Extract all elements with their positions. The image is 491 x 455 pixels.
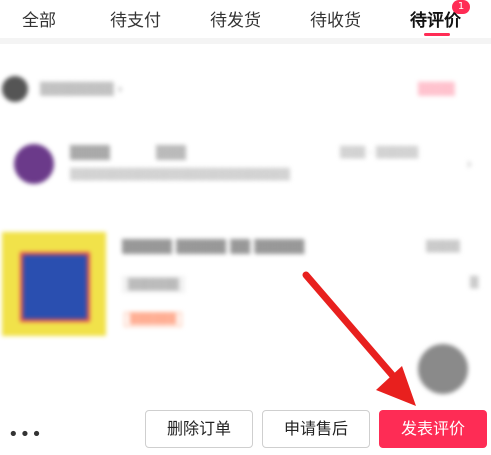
order-status-tabs: 全部 待支付 待发货 待收货 待评价 1 bbox=[0, 0, 491, 38]
product-qty-placeholder: ▒ bbox=[470, 276, 479, 289]
chevron-right-icon: › bbox=[466, 154, 473, 173]
order-time-placeholder: ▒▒▒▒▒▒▒▒▒▒▒▒▒▒▒▒▒▒▒▒▒▒▒▒▒▒ bbox=[70, 168, 290, 181]
product-price-placeholder: ▒▒▒▒ bbox=[426, 240, 460, 253]
product-thumbnail[interactable] bbox=[2, 232, 106, 336]
seller-avatar bbox=[14, 144, 54, 184]
floating-button[interactable] bbox=[418, 344, 468, 394]
product-title-placeholder: ▒▒▒▒▒ ▒▒▒▒▒ ▒▒ ▒▒▒▒▒ bbox=[122, 240, 305, 255]
product-thumbnail-art bbox=[20, 252, 90, 322]
after-sale-button[interactable]: 申请售后 bbox=[262, 410, 370, 448]
order-summary: ▒▒▒▒ ▒▒▒ ▒▒▒ · ▒▒▒▒▒ ▒▒▒▒▒▒▒▒▒▒▒▒▒▒▒▒▒▒▒… bbox=[0, 136, 491, 196]
tab-pending-payment[interactable]: 待支付 bbox=[110, 6, 161, 31]
more-dots-icon[interactable]: ••• bbox=[8, 424, 43, 445]
shop-avatar bbox=[2, 76, 28, 102]
review-count-badge: 1 bbox=[452, 0, 470, 14]
delete-order-button[interactable]: 删除订单 bbox=[145, 410, 253, 448]
order-card[interactable]: ▒▒▒▒▒▒▒▒ › ▒▒▒▒ ▒▒▒▒ ▒▒▒ ▒▒▒ · ▒▒▒▒▒ ▒▒▒… bbox=[0, 44, 491, 455]
product-spec-placeholder: ▒▒▒▒▒▒ bbox=[122, 276, 185, 293]
shop-name-placeholder: ▒▒▒▒▒▒▒▒ › bbox=[40, 82, 123, 96]
tab-pending-receipt[interactable]: 待收货 bbox=[310, 6, 361, 31]
tab-all[interactable]: 全部 bbox=[22, 6, 56, 31]
shop-header: ▒▒▒▒▒▒▒▒ › ▒▒▒▒ bbox=[0, 72, 491, 112]
active-tab-indicator bbox=[424, 33, 450, 36]
order-price-placeholder: ▒▒▒ · ▒▒▒▒▒ bbox=[340, 146, 419, 159]
tab-pending-shipment[interactable]: 待发货 bbox=[210, 6, 261, 31]
post-review-button[interactable]: 发表评价 bbox=[379, 410, 487, 448]
seller-name-placeholder: ▒▒▒▒ bbox=[70, 146, 110, 161]
product-tag-placeholder: ▒▒▒▒▒▒ bbox=[124, 312, 183, 327]
shop-link-placeholder: ▒▒▒▒ bbox=[418, 82, 455, 96]
order-status-placeholder: ▒▒▒ bbox=[156, 146, 186, 161]
